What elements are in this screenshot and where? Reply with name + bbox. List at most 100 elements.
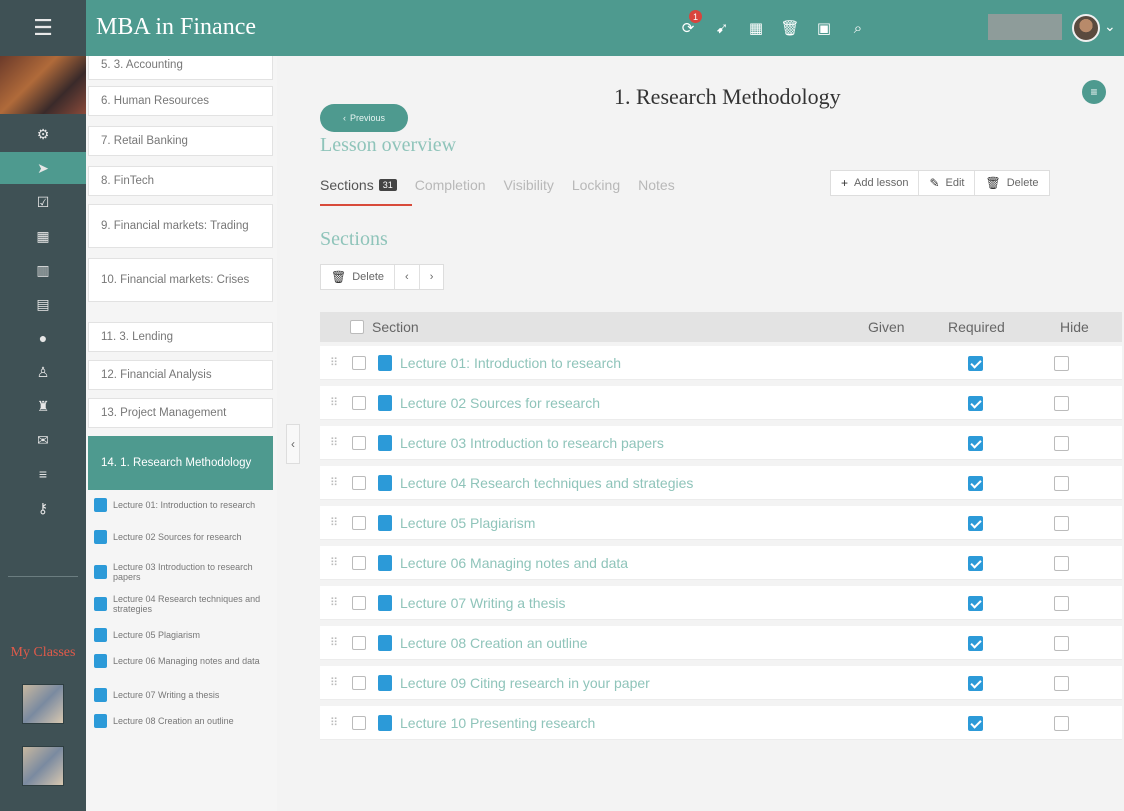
drag-handle-icon[interactable]: ⠿: [330, 636, 338, 649]
section-title-link[interactable]: Lecture 05 Plagiarism: [400, 515, 535, 531]
row-select-checkbox[interactable]: [352, 676, 366, 690]
calendar-icon[interactable]: ▦: [0, 220, 86, 252]
checklist-icon[interactable]: ☑: [0, 186, 86, 218]
options-menu-icon[interactable]: ≡: [1082, 80, 1106, 104]
lesson-item[interactable]: 12. Financial Analysis: [88, 360, 273, 390]
lesson-item[interactable]: 8. FinTech: [88, 166, 273, 196]
row-select-checkbox[interactable]: [352, 596, 366, 610]
table-row[interactable]: ⠿ Lecture 06 Managing notes and data: [320, 546, 1122, 580]
row-select-checkbox[interactable]: [352, 636, 366, 650]
section-title-link[interactable]: Lecture 06 Managing notes and data: [400, 555, 628, 571]
required-checkbox[interactable]: [968, 356, 983, 371]
drag-handle-icon[interactable]: ⠿: [330, 556, 338, 569]
select-all-checkbox[interactable]: [350, 320, 364, 334]
tab-locking[interactable]: Locking: [572, 168, 620, 202]
table-row[interactable]: ⠿ Lecture 08 Creation an outline: [320, 626, 1122, 660]
key-icon[interactable]: ⚷: [0, 492, 86, 524]
required-checkbox[interactable]: [968, 636, 983, 651]
row-select-checkbox[interactable]: [352, 476, 366, 490]
my-classes-label[interactable]: My Classes: [0, 644, 86, 662]
drag-handle-icon[interactable]: ⠿: [330, 676, 338, 689]
gear-icon[interactable]: ⚙: [0, 118, 86, 150]
add-lesson-button[interactable]: + Add lesson: [831, 171, 920, 195]
lesson-section-item[interactable]: Lecture 06 Managing notes and data: [94, 654, 274, 668]
hide-checkbox[interactable]: [1054, 716, 1069, 731]
search-input[interactable]: [988, 14, 1062, 40]
tab-visibility[interactable]: Visibility: [504, 168, 554, 202]
required-checkbox[interactable]: [968, 556, 983, 571]
drag-handle-icon[interactable]: ⠿: [330, 396, 338, 409]
section-title-link[interactable]: Lecture 01: Introduction to research: [400, 355, 621, 371]
rocket-icon[interactable]: ➹: [710, 16, 734, 40]
user-avatar[interactable]: [1072, 14, 1100, 42]
table-row[interactable]: ⠿ Lecture 04 Research techniques and stra…: [320, 466, 1122, 500]
hide-checkbox[interactable]: [1054, 676, 1069, 691]
lesson-item[interactable]: 11. 3. Lending: [88, 322, 273, 352]
chat-icon[interactable]: ✉: [0, 424, 86, 456]
hide-checkbox[interactable]: [1054, 396, 1069, 411]
lesson-section-item[interactable]: Lecture 01: Introduction to research: [94, 498, 274, 512]
section-title-link[interactable]: Lecture 09 Citing research in your paper: [400, 675, 650, 691]
table-row[interactable]: ⠿ Lecture 09 Citing research in your pape…: [320, 666, 1122, 700]
lesson-item[interactable]: 6. Human Resources: [88, 86, 273, 116]
hide-checkbox[interactable]: [1054, 596, 1069, 611]
drag-handle-icon[interactable]: ⠿: [330, 716, 338, 729]
drag-handle-icon[interactable]: ⠿: [330, 436, 338, 449]
tab-completion[interactable]: Completion: [415, 168, 486, 202]
required-checkbox[interactable]: [968, 676, 983, 691]
required-checkbox[interactable]: [968, 396, 983, 411]
section-title-link[interactable]: Lecture 10 Presenting research: [400, 715, 595, 731]
required-checkbox[interactable]: [968, 516, 983, 531]
previous-button[interactable]: ‹ Previous: [320, 104, 408, 132]
hide-checkbox[interactable]: [1054, 556, 1069, 571]
required-checkbox[interactable]: [968, 596, 983, 611]
drag-handle-icon[interactable]: ⠿: [330, 516, 338, 529]
lesson-section-item[interactable]: Lecture 05 Plagiarism: [94, 628, 274, 642]
notifications-icon[interactable]: ⟳ 1: [676, 10, 702, 40]
lesson-item[interactable]: 7. Retail Banking: [88, 126, 273, 156]
chevron-down-icon[interactable]: ⌄: [1104, 18, 1116, 35]
drag-handle-icon[interactable]: ⠿: [330, 596, 338, 609]
table-row[interactable]: ⠿ Lecture 01: Introduction to research: [320, 346, 1122, 380]
table-row[interactable]: ⠿ Lecture 05 Plagiarism: [320, 506, 1122, 540]
trophy-icon[interactable]: ♜: [0, 390, 86, 422]
row-select-checkbox[interactable]: [352, 516, 366, 530]
lesson-section-item[interactable]: Lecture 08 Creation an outline: [94, 714, 274, 728]
section-title-link[interactable]: Lecture 07 Writing a thesis: [400, 595, 566, 611]
send-icon[interactable]: ➤: [0, 152, 86, 184]
chart-icon[interactable]: ▥: [0, 254, 86, 286]
users-icon[interactable]: ♙: [0, 356, 86, 388]
column-header-required[interactable]: Required: [948, 319, 1005, 335]
trash-icon[interactable]: 🗑: [778, 16, 802, 40]
hide-checkbox[interactable]: [1054, 436, 1069, 451]
lesson-section-item[interactable]: Lecture 07 Writing a thesis: [94, 688, 274, 702]
lesson-section-item[interactable]: Lecture 03 Introduction to research pape…: [94, 562, 274, 582]
help-icon[interactable]: ▣: [812, 16, 836, 40]
delete-lesson-button[interactable]: 🗑 Delete: [975, 171, 1048, 195]
tab-notes[interactable]: Notes: [638, 168, 675, 202]
user-icon[interactable]: ●: [0, 322, 86, 354]
section-title-link[interactable]: Lecture 03 Introduction to research pape…: [400, 435, 664, 451]
section-title-link[interactable]: Lecture 08 Creation an outline: [400, 635, 588, 651]
grid-icon[interactable]: ▤: [0, 288, 86, 320]
required-checkbox[interactable]: [968, 476, 983, 491]
class-thumbnail[interactable]: [22, 684, 64, 724]
required-checkbox[interactable]: [968, 716, 983, 731]
calendar-icon[interactable]: ▦: [744, 16, 768, 40]
lesson-item[interactable]: 10. Financial markets: Crises: [88, 258, 273, 302]
lesson-section-item[interactable]: Lecture 04 Research techniques and strat…: [94, 594, 274, 614]
row-select-checkbox[interactable]: [352, 556, 366, 570]
move-right-button[interactable]: ›: [420, 265, 444, 289]
hide-checkbox[interactable]: [1054, 516, 1069, 531]
required-checkbox[interactable]: [968, 436, 983, 451]
column-header-hide[interactable]: Hide: [1060, 319, 1089, 335]
lesson-item[interactable]: 5. 3. Accounting: [88, 56, 273, 80]
row-select-checkbox[interactable]: [352, 356, 366, 370]
section-title-link[interactable]: Lecture 04 Research techniques and strat…: [400, 475, 693, 491]
table-row[interactable]: ⠿ Lecture 07 Writing a thesis: [320, 586, 1122, 620]
lesson-item-active[interactable]: 14. 1. Research Methodology: [88, 436, 273, 490]
search-icon[interactable]: ⌕: [846, 16, 870, 40]
move-left-button[interactable]: ‹: [395, 265, 420, 289]
edit-button[interactable]: ✎ Edit: [919, 171, 976, 195]
delete-sections-button[interactable]: 🗑 Delete: [321, 265, 396, 289]
